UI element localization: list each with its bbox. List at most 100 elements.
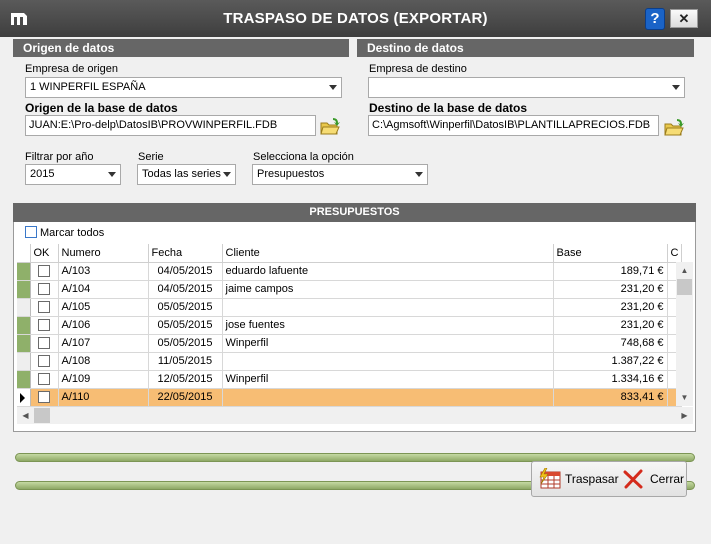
destination-db-path-field[interactable]: C:\Agmsoft\Winperfil\DatosIB\PLANTILLAPR… <box>368 115 659 136</box>
budgets-table: OK Numero Fecha Cliente Base C A/103 04/… <box>17 244 683 407</box>
cell-base: 231,20 € <box>553 298 668 317</box>
year-filter-select[interactable]: 2015 <box>25 164 121 185</box>
cell-cliente: Winperfil <box>222 370 554 389</box>
cell-base: 231,20 € <box>553 280 668 299</box>
destination-company-label: Empresa de destino <box>369 63 467 75</box>
scroll-up-icon[interactable]: ▲ <box>676 262 693 279</box>
cell-numero: A/103 <box>58 262 149 281</box>
help-button[interactable]: ? <box>645 8 665 30</box>
row-indicator <box>17 316 31 335</box>
table-row[interactable]: A/104 04/05/2015 jaime campos 231,20 € <box>17 280 683 299</box>
scroll-thumb[interactable] <box>34 408 50 423</box>
row-checkbox[interactable] <box>38 337 50 350</box>
grid-title: PRESUPUESTOS <box>13 203 696 222</box>
chevron-down-icon <box>415 172 423 177</box>
row-checkbox[interactable] <box>38 319 50 332</box>
cell-numero: A/110 <box>58 388 149 407</box>
cell-cliente: eduardo lafuente <box>222 262 554 281</box>
row-indicator <box>17 370 31 389</box>
scroll-left-icon[interactable]: ◀ <box>17 407 34 424</box>
column-header-numero[interactable]: Numero <box>58 244 149 263</box>
table-row[interactable]: A/105 05/05/2015 231,20 € <box>17 298 683 317</box>
row-checkbox[interactable] <box>38 301 50 314</box>
cell-numero: A/105 <box>58 298 149 317</box>
select-all-checkbox[interactable] <box>25 226 37 238</box>
vertical-scrollbar[interactable]: ▲ ▼ <box>676 262 693 406</box>
table-row-selected[interactable]: A/110 22/05/2015 833,41 € <box>17 388 683 407</box>
open-folder-icon[interactable] <box>319 115 341 137</box>
table-row[interactable]: A/109 12/05/2015 Winperfil 1.334,16 € <box>17 370 683 389</box>
option-value: Presupuestos <box>257 168 325 180</box>
chevron-down-icon <box>223 172 231 177</box>
series-label: Serie <box>138 151 164 163</box>
cell-base: 231,20 € <box>553 316 668 335</box>
table-lightning-icon <box>539 468 561 489</box>
row-indicator <box>17 388 31 407</box>
scroll-thumb[interactable] <box>677 279 692 295</box>
column-header-fecha[interactable]: Fecha <box>148 244 223 263</box>
chevron-down-icon <box>108 172 116 177</box>
row-indicator-header <box>17 244 31 263</box>
horizontal-scrollbar[interactable]: ◀ ▶ <box>17 407 693 424</box>
table-row[interactable]: A/108 11/05/2015 1.387,22 € <box>17 352 683 371</box>
row-indicator <box>17 280 31 299</box>
table-header-row: OK Numero Fecha Cliente Base C <box>17 244 683 263</box>
option-select[interactable]: Presupuestos <box>252 164 428 185</box>
column-header-ok[interactable]: OK <box>30 244 59 263</box>
cell-cliente: jaime campos <box>222 280 554 299</box>
destination-section-header: Destino de datos <box>357 39 694 57</box>
row-checkbox[interactable] <box>38 391 50 404</box>
origin-company-label: Empresa de origen <box>25 63 118 75</box>
chevron-down-icon <box>672 85 680 90</box>
table-row[interactable]: A/107 05/05/2015 Winperfil 748,68 € <box>17 334 683 353</box>
select-all-label: Marcar todos <box>40 227 105 239</box>
scroll-right-icon[interactable]: ▶ <box>676 407 693 424</box>
cell-cliente <box>222 388 554 407</box>
cell-cliente: Winperfil <box>222 334 554 353</box>
cell-numero: A/107 <box>58 334 149 353</box>
scroll-down-icon[interactable]: ▼ <box>676 389 693 406</box>
close-x-icon <box>623 469 643 489</box>
option-label: Selecciona la opción <box>253 151 354 163</box>
year-filter-label: Filtrar por año <box>25 151 94 163</box>
row-checkbox[interactable] <box>38 283 50 296</box>
cell-fecha: 22/05/2015 <box>148 388 223 407</box>
cell-cliente <box>222 352 554 371</box>
column-header-c[interactable]: C <box>667 244 683 263</box>
cell-base: 833,41 € <box>553 388 668 407</box>
cell-fecha: 05/05/2015 <box>148 298 223 317</box>
cell-numero: A/104 <box>58 280 149 299</box>
current-row-pointer-icon <box>20 392 25 403</box>
open-folder-icon[interactable] <box>663 116 685 138</box>
destination-company-select[interactable] <box>368 77 685 98</box>
cell-numero: A/106 <box>58 316 149 335</box>
transfer-button[interactable]: Traspasar <box>536 462 619 496</box>
row-checkbox[interactable] <box>38 265 50 278</box>
cell-base: 748,68 € <box>553 334 668 353</box>
window-title: TRASPASO DE DATOS (EXPORTAR) <box>223 10 488 27</box>
column-header-base[interactable]: Base <box>553 244 668 263</box>
year-filter-value: 2015 <box>30 168 55 180</box>
row-indicator <box>17 334 31 353</box>
row-checkbox[interactable] <box>38 373 50 386</box>
table-row[interactable]: A/106 05/05/2015 jose fuentes 231,20 € <box>17 316 683 335</box>
cell-base: 1.334,16 € <box>553 370 668 389</box>
origin-company-select[interactable]: 1 WINPERFIL ESPAÑA <box>25 77 342 98</box>
close-window-button[interactable]: ✕ <box>670 9 698 28</box>
cell-cliente <box>222 298 554 317</box>
row-checkbox[interactable] <box>38 355 50 368</box>
row-indicator <box>17 262 31 281</box>
row-indicator <box>17 298 31 317</box>
column-header-cliente[interactable]: Cliente <box>222 244 554 263</box>
cell-numero: A/109 <box>58 370 149 389</box>
title-bar: TRASPASO DE DATOS (EXPORTAR) ? ✕ <box>0 0 711 37</box>
origin-db-path-field[interactable]: JUAN:E:\Pro-delp\DatosIB\PROVWINPERFIL.F… <box>25 115 316 136</box>
series-select[interactable]: Todas las series <box>137 164 236 185</box>
table-row[interactable]: A/103 04/05/2015 eduardo lafuente 189,71… <box>17 262 683 281</box>
close-button[interactable]: Cerrar <box>622 462 684 496</box>
cell-base: 189,71 € <box>553 262 668 281</box>
destination-db-label: Destino de la base de datos <box>369 101 528 115</box>
cell-fecha: 12/05/2015 <box>148 370 223 389</box>
action-buttons-group: Traspasar Cerrar <box>531 461 687 497</box>
close-label: Cerrar <box>650 472 685 486</box>
